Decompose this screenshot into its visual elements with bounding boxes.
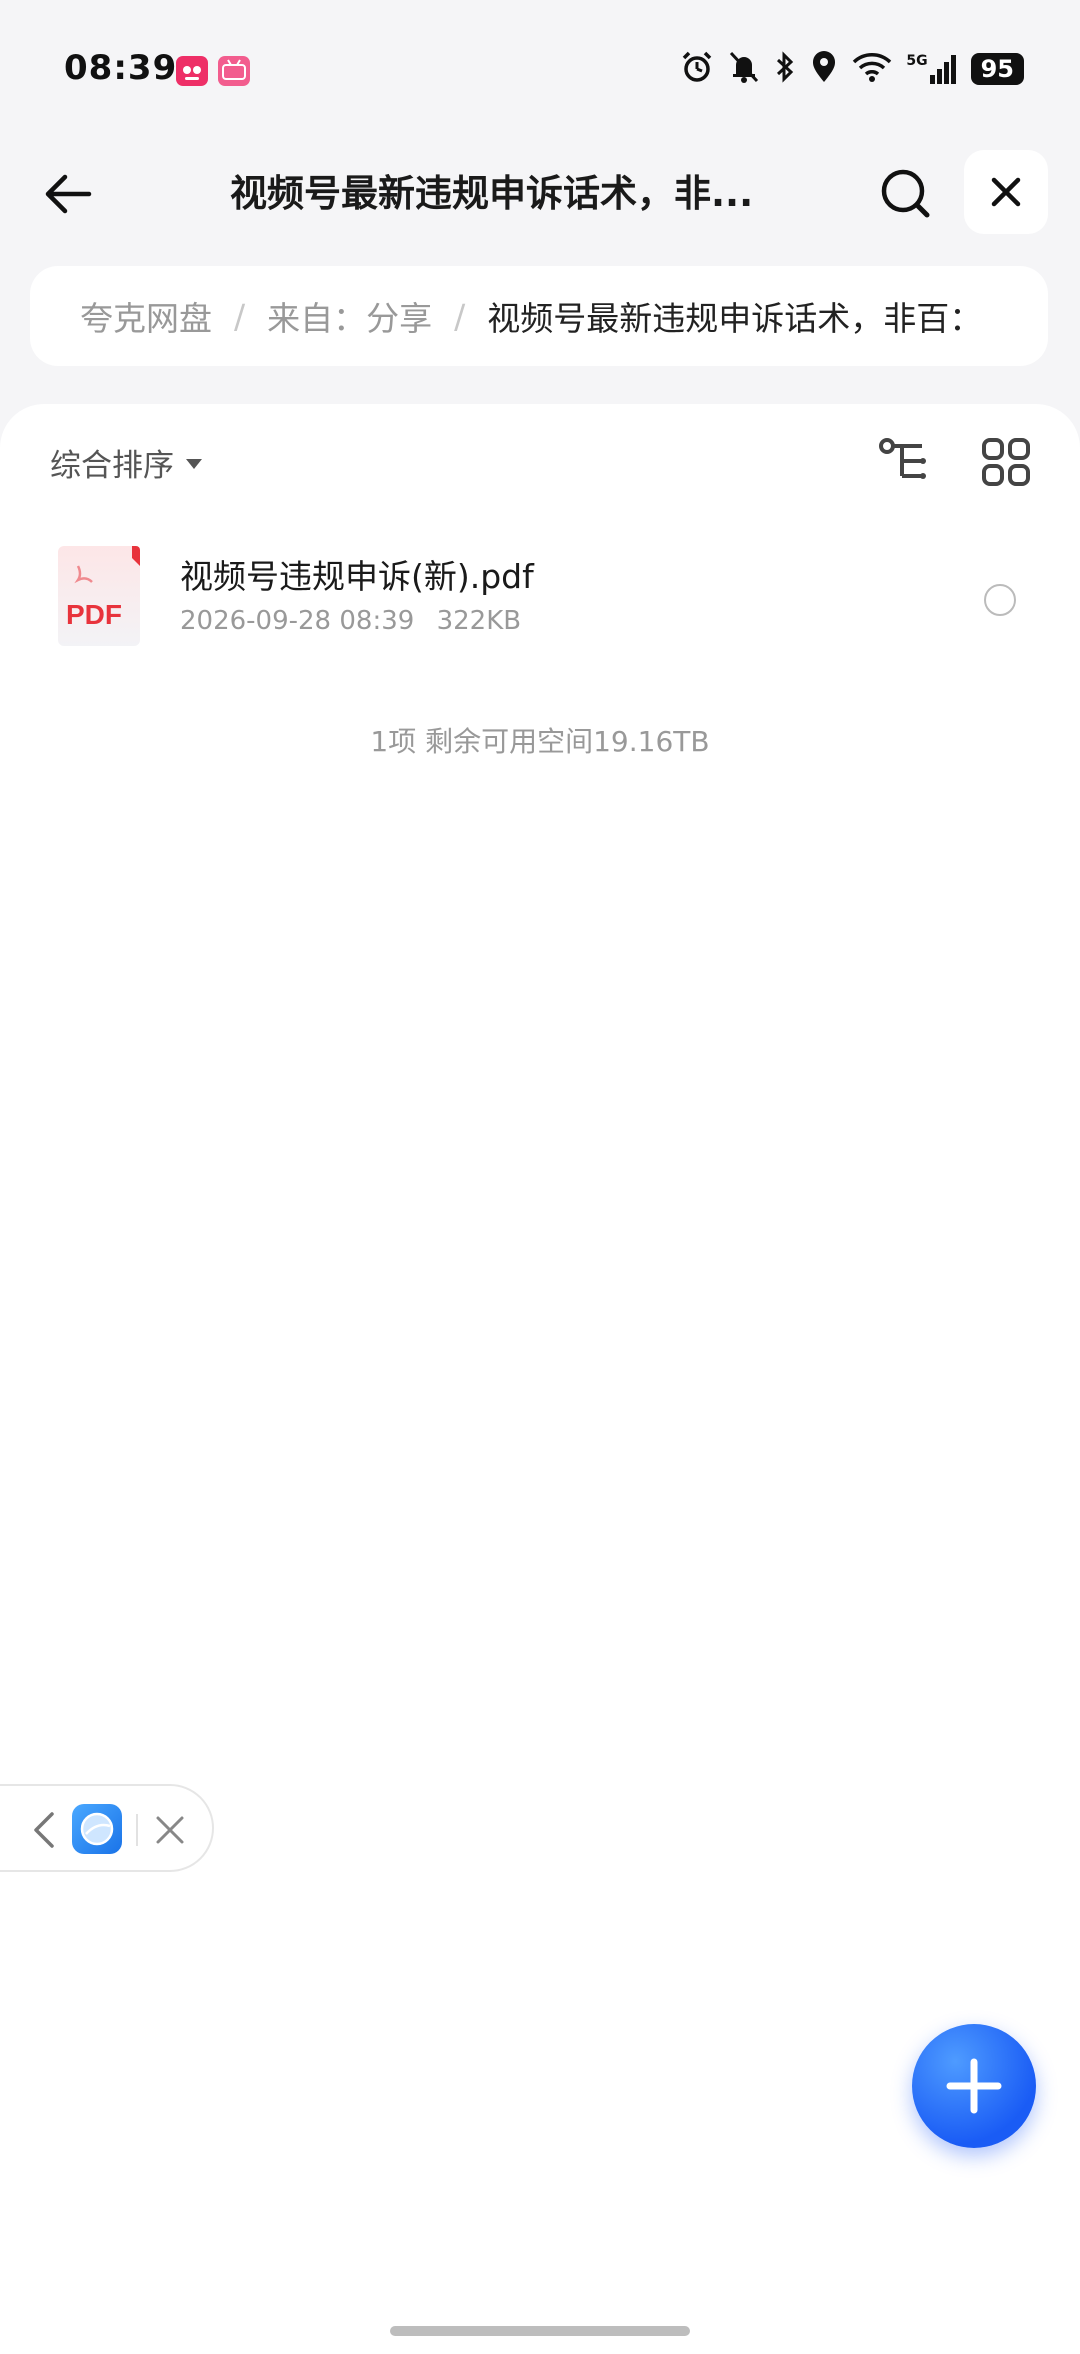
status-icons: 5G 95 bbox=[680, 50, 1024, 88]
status-time: 08:39 bbox=[64, 48, 178, 88]
battery-indicator: 95 bbox=[970, 53, 1024, 85]
screen: 08:39 5G 95 视频号最新违规申诉话术，非... 夸克网盘 / 来自：分… bbox=[0, 0, 1080, 2354]
search-icon bbox=[881, 169, 930, 218]
pdf-type-label: PDF bbox=[66, 599, 122, 630]
notification-bilibili-icon bbox=[218, 56, 250, 86]
chevron-left-icon bbox=[34, 1812, 54, 1848]
arrow-left-icon bbox=[45, 174, 92, 214]
wifi-icon bbox=[852, 51, 892, 87]
tree-view-icon bbox=[879, 438, 926, 479]
grid-view-button[interactable] bbox=[978, 434, 1034, 490]
breadcrumb-item-root[interactable]: 夸克网盘 bbox=[80, 292, 212, 340]
search-button[interactable] bbox=[874, 162, 936, 224]
page-title: 视频号最新违规申诉话术，非... bbox=[230, 172, 754, 215]
mute-bell-icon bbox=[728, 50, 760, 88]
close-icon bbox=[156, 1816, 184, 1844]
header: 视频号最新违规申诉话术，非... bbox=[0, 140, 1080, 250]
file-size: 322KB bbox=[436, 606, 522, 636]
file-name: 视频号违规申诉(新).pdf bbox=[180, 557, 534, 596]
pdf-file-icon: PDF bbox=[56, 544, 142, 648]
floating-mini-toolbar bbox=[0, 1784, 214, 1872]
close-button[interactable] bbox=[964, 150, 1048, 234]
divider bbox=[136, 1814, 138, 1846]
floating-close-button[interactable] bbox=[150, 1810, 190, 1850]
notification-app-icon bbox=[176, 56, 208, 86]
bluetooth-icon bbox=[774, 50, 796, 88]
plus-icon bbox=[946, 2058, 1002, 2114]
home-indicator[interactable] bbox=[390, 2326, 690, 2336]
file-select-radio[interactable] bbox=[984, 584, 1016, 616]
caret-down-icon bbox=[186, 459, 202, 469]
grid-view-icon bbox=[982, 438, 1030, 486]
file-meta: 2026-09-28 08:39 322KB bbox=[180, 606, 521, 636]
tree-view-button[interactable] bbox=[876, 434, 932, 490]
status-bar: 08:39 5G 95 bbox=[0, 0, 1080, 140]
floating-back-button[interactable] bbox=[24, 1808, 64, 1852]
file-row[interactable]: PDF 视频号违规申诉(新).pdf 2026-09-28 08:39 322K… bbox=[0, 524, 1080, 684]
floating-app-icon[interactable] bbox=[72, 1804, 122, 1854]
cellular-5g-icon: 5G bbox=[906, 53, 956, 85]
add-button[interactable] bbox=[912, 2024, 1036, 2148]
sort-label: 综合排序 bbox=[50, 447, 174, 484]
back-button[interactable] bbox=[38, 164, 98, 224]
close-icon bbox=[991, 177, 1021, 207]
breadcrumb-item-shared[interactable]: 来自：分享 bbox=[267, 292, 432, 340]
breadcrumb: 夸克网盘 / 来自：分享 / 视频号最新违规申诉话术，非百： bbox=[30, 266, 1048, 366]
alarm-icon bbox=[680, 50, 714, 88]
breadcrumb-separator: / bbox=[234, 296, 246, 336]
sort-dropdown[interactable]: 综合排序 bbox=[50, 432, 202, 492]
location-icon bbox=[810, 50, 838, 88]
breadcrumb-separator: / bbox=[454, 296, 466, 336]
file-date: 2026-09-28 08:39 bbox=[180, 606, 415, 636]
breadcrumb-item-current: 视频号最新违规申诉话术，非百： bbox=[487, 299, 983, 338]
storage-summary: 1项 剩余可用空间19.16TB bbox=[370, 725, 710, 758]
